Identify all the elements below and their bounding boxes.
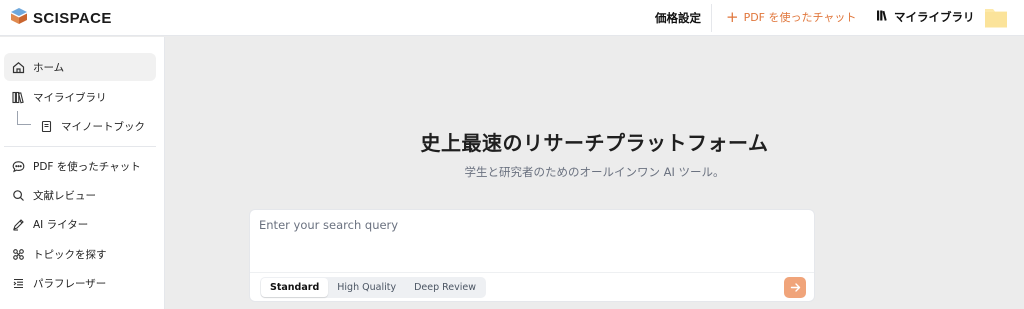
- logo-icon: [10, 7, 28, 29]
- topics-icon: [11, 247, 25, 261]
- sidebar-item-label: AI ライター: [33, 218, 89, 231]
- sidebar-item-literature-review[interactable]: 文献レビュー: [4, 181, 156, 209]
- sidebar-item-label: ホーム: [33, 61, 65, 74]
- tree-connector: [17, 111, 31, 125]
- sidebar-item-label: マイライブラリ: [33, 91, 107, 104]
- sidebar-item-label: パラフレーザー: [33, 277, 107, 290]
- home-icon: [11, 60, 25, 74]
- sidebar-item-paraphraser[interactable]: パラフレーザー: [4, 269, 156, 297]
- sidebar-item-chat-with-pdf[interactable]: PDF を使ったチャット: [4, 152, 156, 180]
- sidebar-item-ai-writer[interactable]: AI ライター: [4, 210, 156, 238]
- sidebar-item-label: 文献レビュー: [33, 189, 96, 202]
- search-card-divider: [250, 272, 814, 273]
- search-card: Standard High Quality Deep Review: [249, 209, 815, 302]
- scispace-logo[interactable]: SCISPACE: [10, 7, 112, 29]
- logo-text: SCISPACE: [33, 9, 112, 27]
- page-title: 史上最速のリサーチプラットフォーム: [420, 131, 769, 155]
- pen-icon: [11, 217, 25, 231]
- page-subtitle: 学生と研究者のためのオールインワン AI ツール。: [464, 165, 725, 179]
- mode-standard[interactable]: Standard: [261, 278, 329, 297]
- paraphrase-icon: [11, 276, 25, 290]
- sidebar-item-label: PDF を使ったチャット: [33, 160, 141, 173]
- sidebar-item-my-library[interactable]: マイライブラリ: [4, 83, 156, 111]
- chat-with-pdf-button[interactable]: + PDF を使ったチャット: [726, 9, 856, 25]
- mode-deep-review[interactable]: Deep Review: [405, 278, 485, 297]
- sidebar-item-label: マイノートブック: [61, 120, 145, 133]
- chat-icon: [11, 159, 25, 173]
- arrow-right-icon: [790, 278, 801, 297]
- notebook-icon: [39, 119, 53, 133]
- search-doc-icon: [11, 188, 25, 202]
- sidebar-divider: [4, 146, 156, 147]
- pricing-link[interactable]: 価格設定: [655, 10, 701, 26]
- library-icon: [11, 90, 25, 104]
- search-input[interactable]: [250, 210, 814, 272]
- submit-search-button[interactable]: [784, 277, 806, 298]
- sidebar-item-my-notebook[interactable]: マイノートブック: [36, 112, 156, 140]
- folder-icon[interactable]: [984, 5, 1008, 33]
- mode-high-quality[interactable]: High Quality: [328, 278, 405, 297]
- header-divider: [711, 4, 712, 32]
- my-library-link[interactable]: マイライブラリ: [876, 9, 975, 25]
- library-icon: [876, 9, 889, 25]
- sidebar-item-explore-topics[interactable]: トピックを探す: [4, 240, 156, 268]
- search-mode-toggle: Standard High Quality Deep Review: [260, 277, 487, 298]
- sidebar: ホーム マイライブラリ マイノートブック PDF を使ったチャット 文献レビュー…: [0, 37, 165, 309]
- sidebar-item-home[interactable]: ホーム: [4, 53, 156, 81]
- chat-with-pdf-label: PDF を使ったチャット: [743, 11, 857, 24]
- plus-icon: +: [726, 8, 739, 26]
- sidebar-item-label: トピックを探す: [33, 248, 107, 261]
- my-library-label: マイライブラリ: [894, 10, 975, 24]
- top-header: SCISPACE 価格設定 + PDF を使ったチャット マイライブラリ: [0, 0, 1024, 36]
